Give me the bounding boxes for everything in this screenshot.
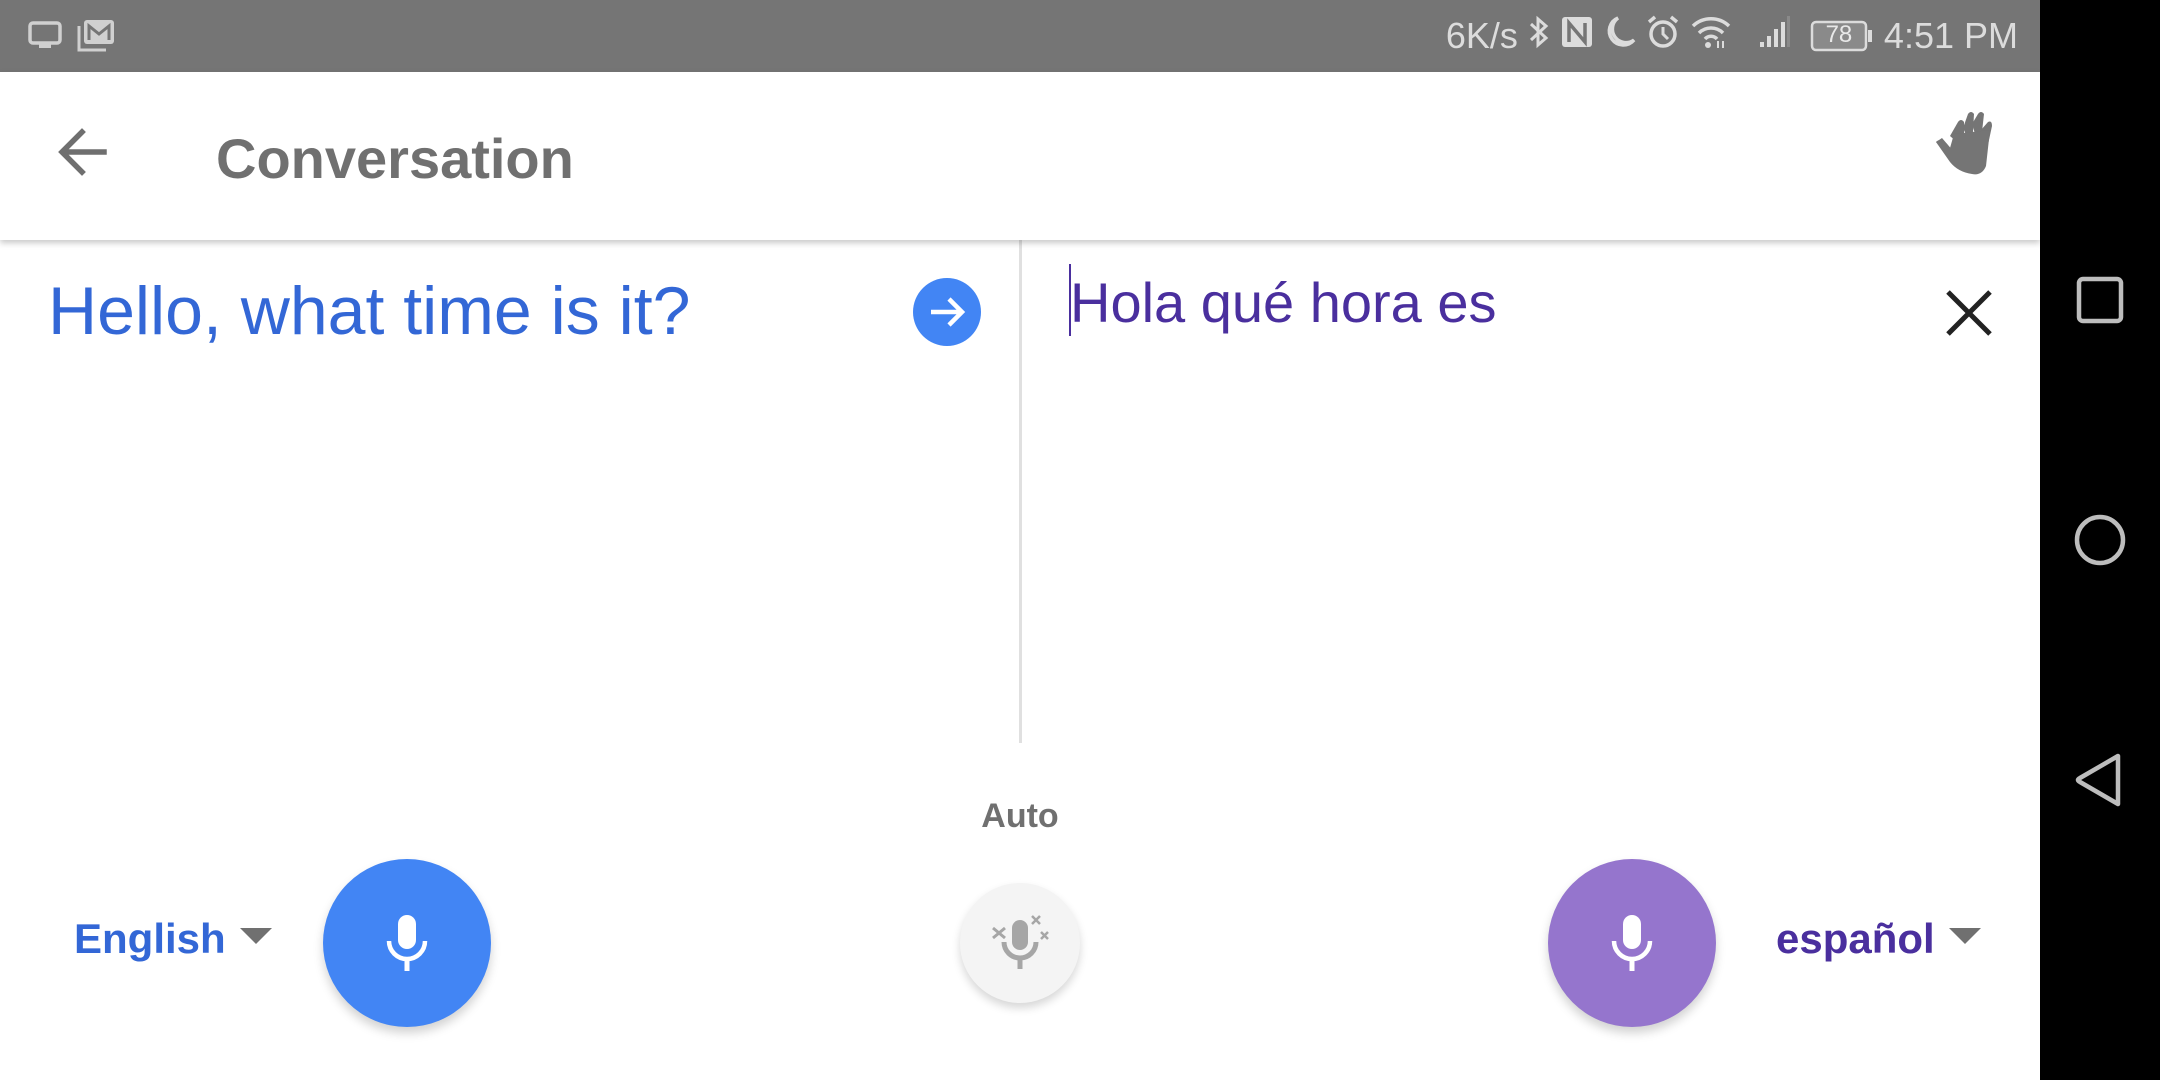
auto-label: Auto [981,797,1059,835]
target-mic-button[interactable] [1548,859,1716,1027]
clock: 4:51 PM [1883,15,2018,56]
dropdown-caret-icon [239,928,272,944]
translated-text[interactable]: Hola qué hora es [1070,270,1497,335]
auto-microphone-icon [992,915,1049,969]
status-bar: 6K/s 78 4:51 PM [0,0,2040,72]
signal-icon [1758,14,1792,59]
recents-button[interactable] [2060,260,2140,340]
arrow-forward-icon [931,297,966,327]
wifi-icon [1690,14,1732,59]
target-language-selector[interactable]: español [1776,915,1981,963]
translate-arrow-button[interactable] [913,278,981,346]
back-nav-button[interactable] [2060,740,2140,820]
source-language-label: English [74,915,226,962]
clear-button[interactable] [1938,282,2000,344]
arrow-back-icon [58,128,107,176]
target-language-label: español [1776,915,1935,962]
auto-mic-button[interactable] [960,883,1080,1003]
system-nav-bar [2040,0,2160,1080]
close-icon [1946,290,1992,336]
dropdown-caret-icon [1948,928,1981,944]
source-mic-button[interactable] [323,859,491,1027]
microphone-icon [386,915,428,971]
page-title: Conversation [216,127,574,190]
hand-wave-button[interactable] [1928,108,2008,188]
pane-divider [1019,240,1022,743]
home-circle-icon [2074,514,2126,566]
network-speed: 6K/s [1445,15,1518,56]
screen-cast-icon [28,18,62,59]
app-bar: Conversation [0,72,2040,240]
source-text[interactable]: Hello, what time is it? [48,272,690,350]
recents-square-icon [2076,276,2124,324]
microphone-icon [1611,915,1653,971]
alarm-icon [1646,14,1680,59]
source-language-selector[interactable]: English [74,915,272,963]
do-not-disturb-moon-icon [1604,14,1636,59]
home-button[interactable] [2060,500,2140,580]
nfc-icon [1560,14,1594,59]
back-triangle-icon [2075,753,2121,807]
bluetooth-icon [1528,14,1550,59]
hand-wave-icon [1936,112,1992,175]
gmail-icon [76,18,116,59]
battery-indicator: 78 [1810,19,1874,53]
back-button[interactable] [52,116,124,188]
